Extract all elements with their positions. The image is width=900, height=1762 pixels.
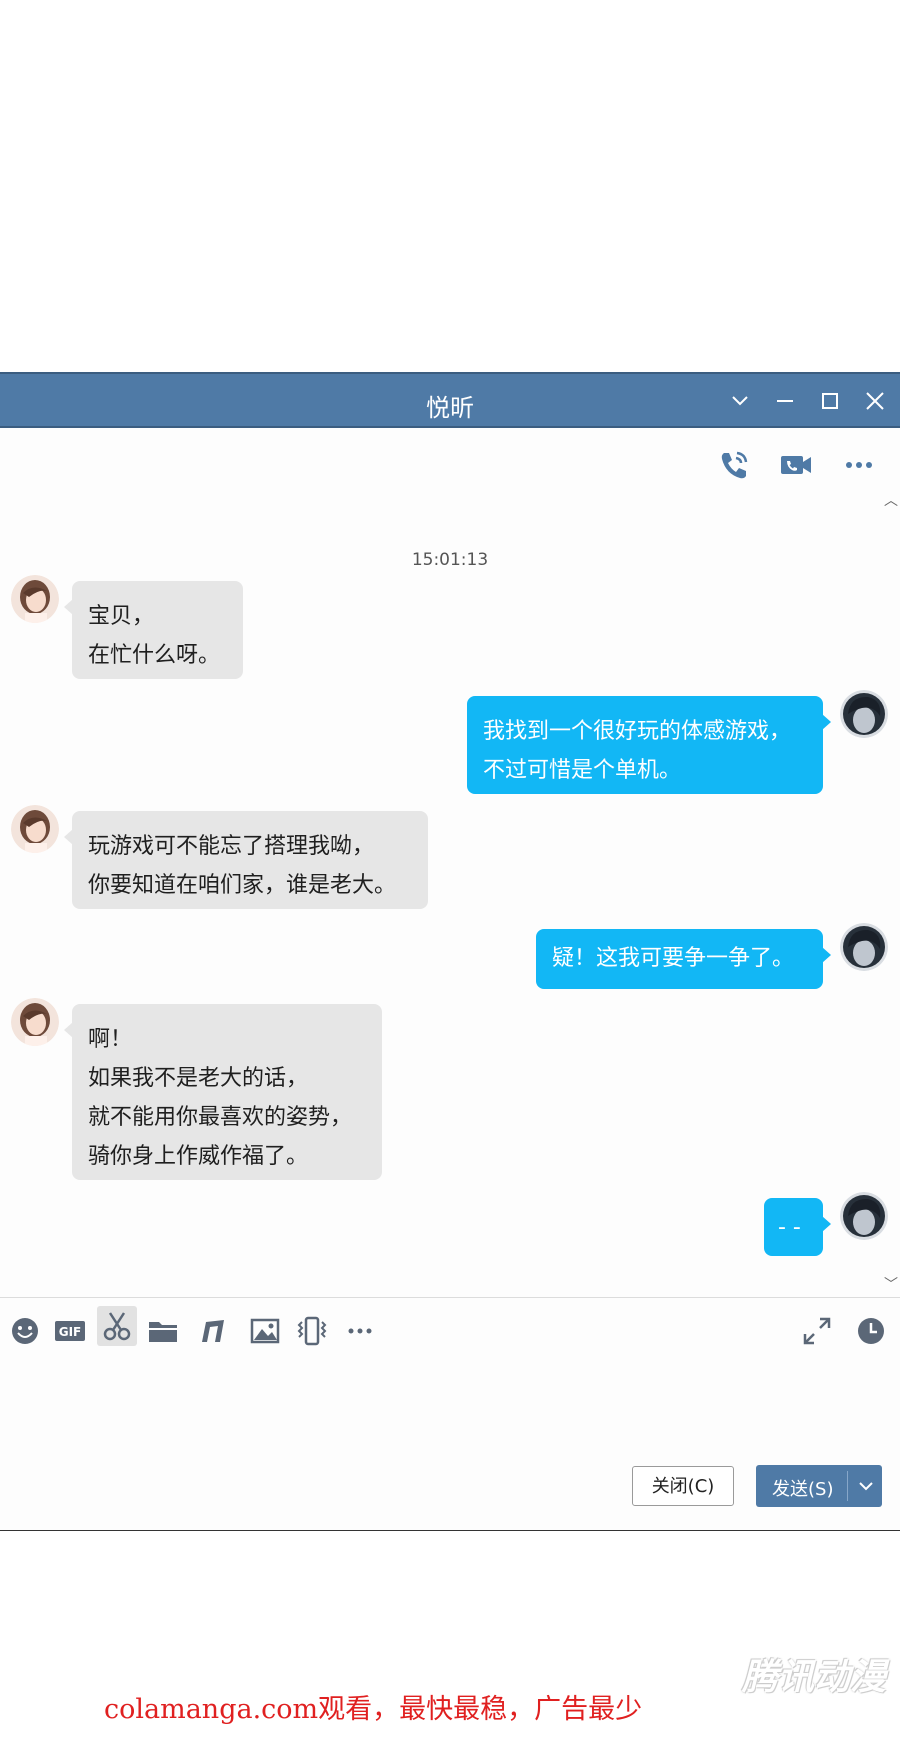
svg-text:GIF: GIF bbox=[59, 1325, 82, 1339]
gif-icon[interactable]: GIF bbox=[53, 1314, 87, 1348]
history-clock-icon[interactable] bbox=[854, 1314, 888, 1348]
message-bubble-incoming[interactable]: 玩游戏可不能忘了搭理我呦， 你要知道在咱们家，谁是老大。 bbox=[64, 811, 428, 909]
send-button-divider bbox=[847, 1471, 848, 1501]
more-icon[interactable] bbox=[841, 447, 877, 487]
avatar-me[interactable] bbox=[840, 923, 888, 971]
message-bubble-outgoing[interactable]: 我找到一个很好玩的体感游戏， 不过可惜是个单机。 bbox=[467, 696, 831, 794]
music-icon[interactable] bbox=[196, 1314, 230, 1348]
message-bubble-incoming[interactable]: 宝贝， 在忙什么呀。 bbox=[64, 581, 243, 679]
title-bar[interactable]: 悦昕 bbox=[0, 372, 900, 428]
send-options-chevron-icon[interactable] bbox=[853, 1473, 879, 1499]
window-title: 悦昕 bbox=[426, 394, 474, 422]
avatar-me[interactable] bbox=[840, 1192, 888, 1240]
message-bubble-outgoing[interactable]: - - bbox=[764, 1198, 831, 1256]
message-line: 玩游戏可不能忘了搭理我呦， bbox=[88, 834, 375, 859]
message-line: 我找到一个很好玩的体感游戏， bbox=[483, 719, 792, 744]
video-call-icon[interactable] bbox=[778, 447, 814, 487]
send-button[interactable]: 发送(S) bbox=[756, 1465, 882, 1507]
message-line: 在忙什么呀。 bbox=[88, 643, 221, 668]
message-line: - - bbox=[778, 1215, 801, 1240]
message-line: 如果我不是老大的话， bbox=[88, 1066, 309, 1091]
phone-call-icon[interactable] bbox=[716, 447, 752, 487]
minimize-icon[interactable] bbox=[772, 388, 798, 414]
message-input-area[interactable]: GIF 关闭(C) 发送(S) bbox=[0, 1297, 900, 1530]
scissors-icon[interactable] bbox=[97, 1306, 137, 1346]
close-icon[interactable] bbox=[862, 388, 888, 414]
image-icon[interactable] bbox=[248, 1314, 282, 1348]
send-button-label: 发送(S) bbox=[772, 1479, 834, 1500]
close-button[interactable]: 关闭(C) bbox=[632, 1466, 734, 1506]
avatar-her[interactable] bbox=[11, 998, 59, 1046]
folder-icon[interactable] bbox=[146, 1314, 180, 1348]
message-bubble-outgoing[interactable]: 疑！这我可要争一争了。 bbox=[536, 929, 831, 989]
message-line: 啊！ bbox=[88, 1027, 133, 1052]
message-line: 就不能用你最喜欢的姿势， bbox=[88, 1105, 353, 1130]
message-line: 宝贝， bbox=[88, 604, 155, 629]
emoji-icon[interactable] bbox=[8, 1314, 42, 1348]
message-bubble-incoming[interactable]: 啊！ 如果我不是老大的话， 就不能用你最喜欢的姿势， 骑你身上作威作福了。 bbox=[64, 1004, 382, 1180]
message-line: 你要知道在咱们家，谁是老大。 bbox=[88, 873, 397, 898]
message-line: 疑！这我可要争一争了。 bbox=[552, 946, 795, 971]
promo-text: colamanga.com观看，最快最稳，广告最少 bbox=[104, 1694, 643, 1725]
message-timestamp: 15:01:13 bbox=[411, 550, 489, 570]
chevron-down-icon[interactable] bbox=[727, 388, 753, 414]
publisher-watermark-logo: 腾讯动漫 bbox=[742, 1657, 887, 1698]
avatar-her[interactable] bbox=[11, 575, 59, 623]
expand-icon[interactable] bbox=[800, 1314, 834, 1348]
scroll-up-icon[interactable]: ︿ bbox=[884, 490, 898, 510]
more-tools-icon[interactable] bbox=[343, 1314, 377, 1348]
maximize-icon[interactable] bbox=[817, 388, 843, 414]
message-line: 不过可惜是个单机。 bbox=[483, 758, 682, 783]
avatar-me[interactable] bbox=[840, 690, 888, 738]
avatar-her[interactable] bbox=[11, 805, 59, 853]
vibrate-icon[interactable] bbox=[295, 1314, 329, 1348]
chat-window: 悦昕 ︿ 15:01:13 宝贝， 在忙什么呀。 我找到一个很好玩的体感游戏， … bbox=[0, 372, 900, 1531]
scroll-down-icon[interactable]: ﹀ bbox=[884, 1274, 898, 1294]
message-line: 骑你身上作威作福了。 bbox=[88, 1144, 309, 1169]
